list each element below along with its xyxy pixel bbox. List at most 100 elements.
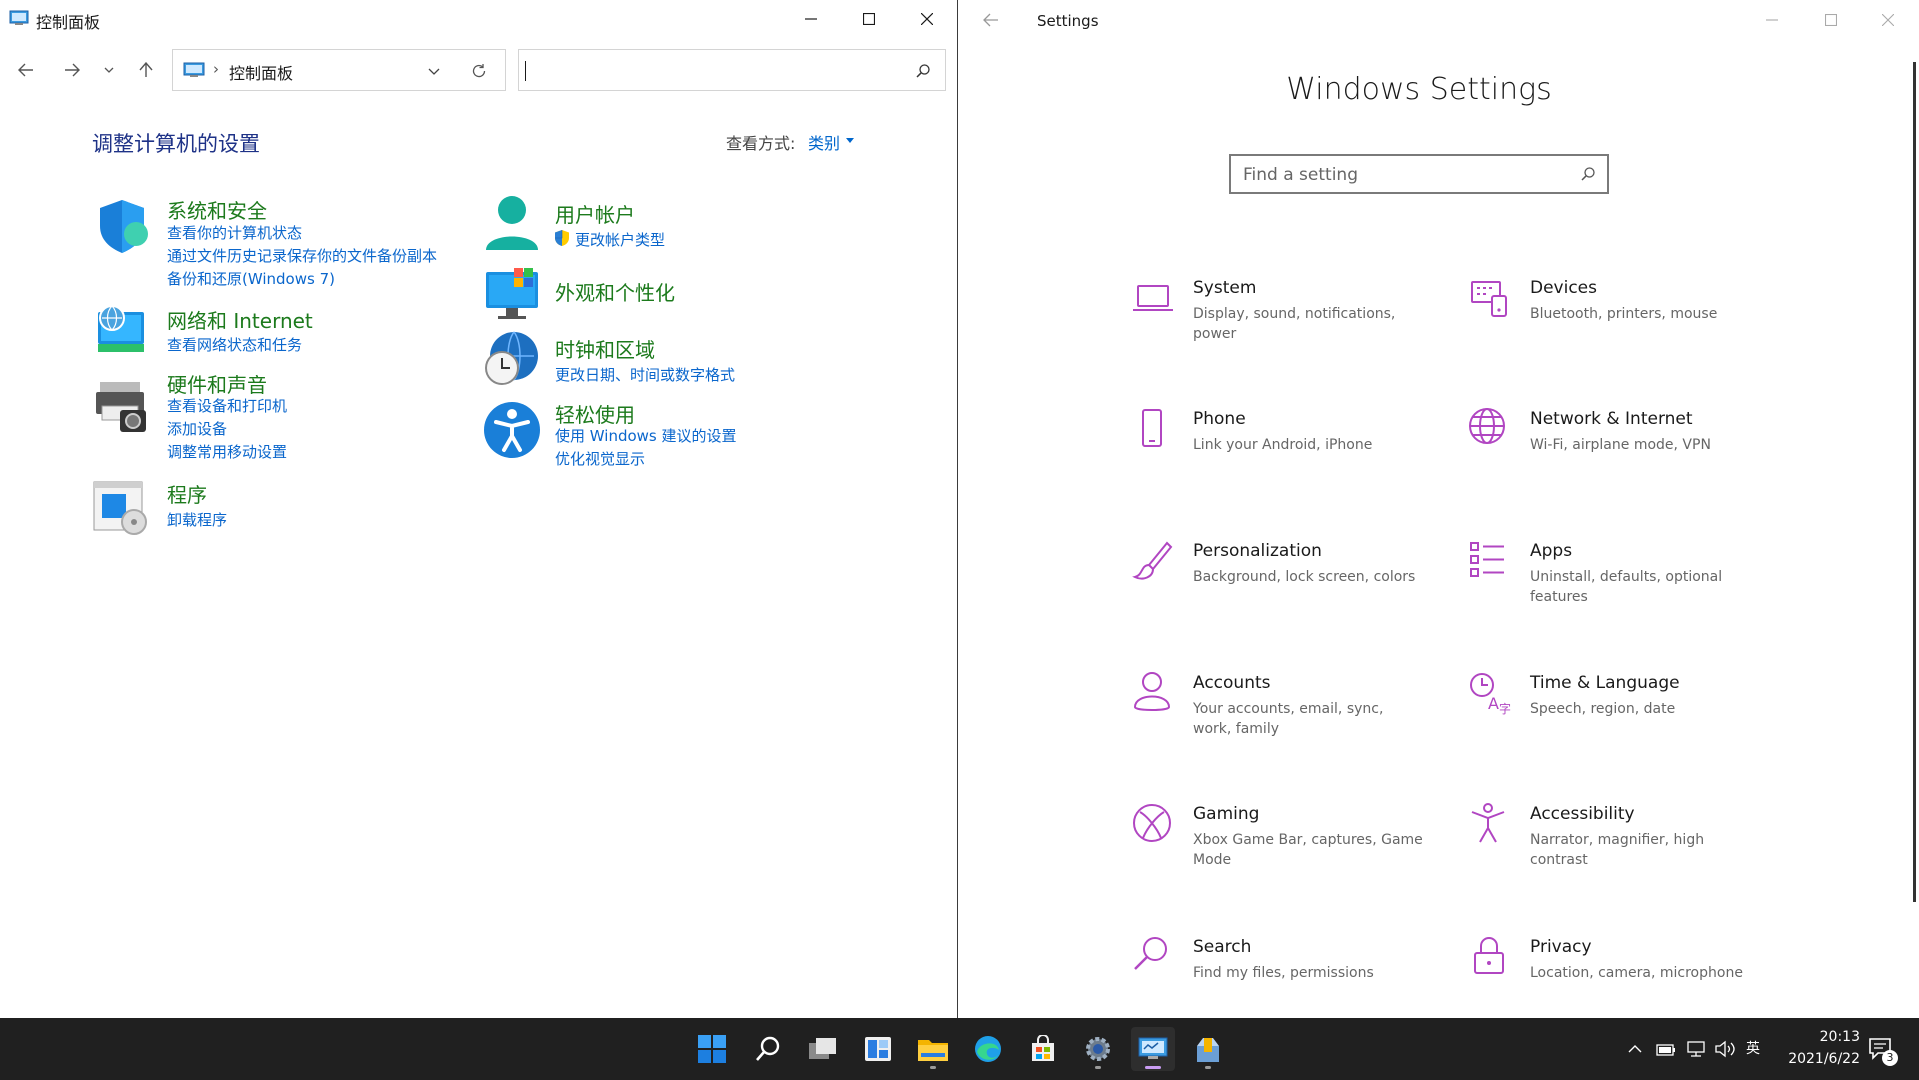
taskbar: 英 20:13 2021/6/22 3 xyxy=(0,1018,1919,1080)
category-system-security[interactable]: 系统和安全 xyxy=(167,195,267,224)
control-panel-taskbar-button[interactable] xyxy=(1131,1027,1175,1071)
user-icon[interactable] xyxy=(482,194,542,254)
chevron-up-icon[interactable] xyxy=(1628,1044,1642,1054)
refresh-button[interactable] xyxy=(466,58,492,84)
up-button[interactable] xyxy=(130,52,162,88)
search-input[interactable] xyxy=(1243,163,1563,187)
scrollbar[interactable] xyxy=(1913,62,1916,902)
store-button[interactable] xyxy=(1021,1027,1065,1071)
network-icon[interactable] xyxy=(1686,1039,1706,1059)
category-programs[interactable]: 程序 xyxy=(167,479,207,508)
link-change-account-type[interactable]: 更改帐户类型 xyxy=(575,229,665,250)
address-bar[interactable]: › 控制面板 xyxy=(172,49,506,91)
monitor-icon[interactable] xyxy=(482,266,542,326)
maximize-button[interactable] xyxy=(840,0,898,38)
installer-taskbar-button[interactable] xyxy=(1186,1027,1230,1071)
close-button[interactable] xyxy=(898,0,956,38)
recent-locations-button[interactable] xyxy=(98,52,120,88)
close-button[interactable] xyxy=(1859,0,1917,40)
link-view-computer-status[interactable]: 查看你的计算机状态 xyxy=(167,222,302,243)
taskbar-search-button[interactable] xyxy=(746,1027,790,1071)
category-user-accounts[interactable]: 用户帐户 xyxy=(555,199,635,228)
address-dropdown-button[interactable] xyxy=(421,58,447,84)
settings-app-button[interactable] xyxy=(1076,1027,1120,1071)
battery-icon[interactable] xyxy=(1656,1040,1676,1058)
forward-button[interactable] xyxy=(56,52,88,88)
printer-icon[interactable] xyxy=(92,376,152,436)
tile-accessibility[interactable]: Accessibility Narrator, magnifier, high … xyxy=(1468,802,1798,902)
category-appearance[interactable]: 外观和个性化 xyxy=(555,277,675,306)
text-caret xyxy=(525,61,526,81)
accessibility-icon[interactable] xyxy=(482,400,542,460)
link-file-history[interactable]: 通过文件历史记录保存你的文件备份副本 xyxy=(167,245,437,266)
caret-down-icon[interactable] xyxy=(846,138,854,143)
control-panel-search[interactable] xyxy=(518,49,946,91)
volume-icon[interactable] xyxy=(1714,1039,1736,1059)
tile-title: Privacy xyxy=(1530,937,1592,957)
link-devices-printers[interactable]: 查看设备和打印机 xyxy=(167,395,287,416)
link-add-device[interactable]: 添加设备 xyxy=(167,418,227,439)
link-optimize-visual-display[interactable]: 优化视觉显示 xyxy=(555,448,645,469)
category-network-internet[interactable]: 网络和 Internet xyxy=(167,305,313,334)
clock[interactable]: 20:13 2021/6/22 xyxy=(1760,1026,1860,1070)
phone-icon xyxy=(1142,409,1162,447)
running-indicator xyxy=(1095,1066,1101,1069)
shield-icon[interactable] xyxy=(94,196,154,256)
page-title: 调整计算机的设置 xyxy=(92,132,260,156)
control-panel-titlebar[interactable]: 控制面板 xyxy=(0,0,958,40)
link-uninstall-program[interactable]: 卸载程序 xyxy=(167,509,227,530)
active-indicator xyxy=(1145,1066,1161,1069)
network-globe-icon[interactable] xyxy=(92,300,152,360)
link-windows-suggested-settings[interactable]: 使用 Windows 建议的设置 xyxy=(555,425,737,446)
tile-title: Gaming xyxy=(1193,804,1260,824)
link-change-date-time[interactable]: 更改日期、时间或数字格式 xyxy=(555,364,735,385)
file-explorer-icon xyxy=(918,1040,948,1061)
clock-globe-icon[interactable] xyxy=(480,330,540,390)
category-clock-region[interactable]: 时钟和区域 xyxy=(555,334,655,363)
edge-button[interactable] xyxy=(966,1027,1010,1071)
start-button[interactable] xyxy=(690,1027,734,1071)
tile-gaming[interactable]: Gaming Xbox Game Bar, captures, Game Mod… xyxy=(1131,802,1461,902)
settings-titlebar[interactable]: Settings xyxy=(959,0,1919,40)
search-icon[interactable] xyxy=(1579,165,1597,183)
tile-personalization[interactable]: Personalization Background, lock screen,… xyxy=(1131,539,1461,639)
link-mobility-settings[interactable]: 调整常用移动设置 xyxy=(167,441,287,462)
category-hardware-sound[interactable]: 硬件和声音 xyxy=(167,369,267,398)
tile-description: Uninstall, defaults, optional features xyxy=(1530,569,1723,605)
search-input[interactable] xyxy=(529,58,909,84)
refresh-icon xyxy=(472,64,486,78)
tile-network-internet[interactable]: Network & Internet Wi-Fi, airplane mode,… xyxy=(1468,407,1798,507)
tile-devices[interactable]: Devices Bluetooth, printers, mouse xyxy=(1468,276,1798,376)
link-backup-restore[interactable]: 备份和还原(Windows 7) xyxy=(167,268,335,289)
widgets-button[interactable] xyxy=(856,1027,900,1071)
tile-system[interactable]: System Display, sound, notifications, po… xyxy=(1131,276,1461,376)
breadcrumb[interactable]: 控制面板 xyxy=(229,60,293,84)
back-button[interactable] xyxy=(10,52,42,88)
programs-icon[interactable] xyxy=(92,478,152,538)
search-icon[interactable] xyxy=(913,61,933,81)
search-icon xyxy=(756,1036,780,1061)
installer-icon xyxy=(1197,1038,1219,1062)
settings-search[interactable] xyxy=(1229,154,1609,194)
link-network-status[interactable]: 查看网络状态和任务 xyxy=(167,334,302,355)
view-by-dropdown[interactable]: 类别 xyxy=(808,130,840,154)
task-view-button[interactable] xyxy=(801,1027,845,1071)
control-panel-icon xyxy=(1138,1037,1168,1059)
tile-apps[interactable]: Apps Uninstall, defaults, optional featu… xyxy=(1468,539,1798,639)
category-ease-of-access[interactable]: 轻松使用 xyxy=(555,399,635,428)
tile-title: Apps xyxy=(1530,541,1573,561)
tile-time-language[interactable]: A字 Time & Language Speech, region, date xyxy=(1468,671,1798,771)
minimize-button[interactable] xyxy=(1743,0,1801,40)
maximize-button[interactable] xyxy=(1802,0,1860,40)
tile-accounts[interactable]: Accounts Your accounts, email, sync, wor… xyxy=(1131,671,1461,771)
tile-title: Time & Language xyxy=(1530,673,1680,693)
svg-text:字: 字 xyxy=(1499,701,1511,715)
ime-indicator[interactable]: 英 xyxy=(1746,1038,1760,1058)
back-button[interactable] xyxy=(979,8,1003,32)
notifications-button[interactable]: 3 xyxy=(1866,1032,1900,1066)
search-icon xyxy=(1134,937,1167,970)
tile-title: Network & Internet xyxy=(1530,409,1693,429)
file-explorer-button[interactable] xyxy=(911,1027,955,1071)
tile-phone[interactable]: Phone Link your Android, iPhone xyxy=(1131,407,1461,507)
minimize-button[interactable] xyxy=(782,0,840,38)
